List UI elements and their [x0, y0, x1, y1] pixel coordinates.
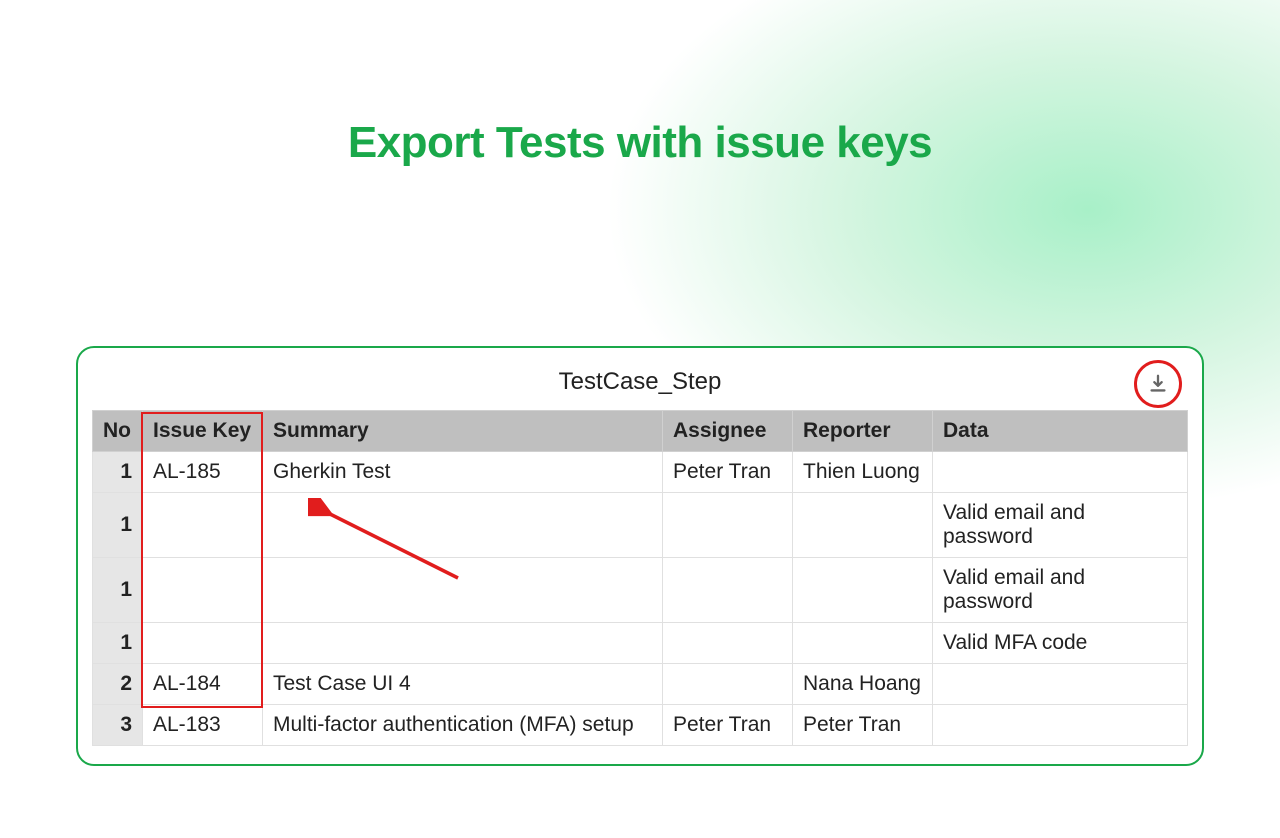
download-icon: [1147, 373, 1169, 395]
cell-issue-key: AL-185: [143, 452, 263, 493]
cell-summary: [263, 623, 663, 664]
col-reporter: Reporter: [793, 411, 933, 452]
col-data: Data: [933, 411, 1188, 452]
cell-reporter: Nana Hoang: [793, 664, 933, 705]
cell-assignee: [663, 623, 793, 664]
cell-no: 1: [93, 493, 143, 558]
table-header-row: No Issue Key Summary Assignee Reporter D…: [93, 411, 1188, 452]
cell-no: 2: [93, 664, 143, 705]
cell-reporter: Peter Tran: [793, 705, 933, 746]
cell-assignee: [663, 664, 793, 705]
tests-table: No Issue Key Summary Assignee Reporter D…: [92, 410, 1188, 746]
col-no: No: [93, 411, 143, 452]
cell-assignee: Peter Tran: [663, 705, 793, 746]
page-title: Export Tests with issue keys: [0, 118, 1280, 168]
cell-reporter: [793, 558, 933, 623]
cell-summary: Gherkin Test: [263, 452, 663, 493]
table-row: 3AL-183Multi-factor authentication (MFA)…: [93, 705, 1188, 746]
cell-issue-key: [143, 493, 263, 558]
cell-issue-key: AL-183: [143, 705, 263, 746]
cell-assignee: [663, 493, 793, 558]
cell-data: [933, 664, 1188, 705]
export-panel: TestCase_Step No Issue Key Summary Assig…: [76, 346, 1204, 766]
cell-summary: Multi-factor authentication (MFA) setup: [263, 705, 663, 746]
cell-data: Valid email and password: [933, 493, 1188, 558]
cell-no: 1: [93, 558, 143, 623]
cell-data: [933, 452, 1188, 493]
col-assignee: Assignee: [663, 411, 793, 452]
table-row: 1 Valid email and password: [93, 493, 1188, 558]
cell-issue-key: AL-184: [143, 664, 263, 705]
cell-reporter: [793, 493, 933, 558]
cell-no: 1: [93, 623, 143, 664]
panel-header: TestCase_Step: [92, 362, 1188, 410]
cell-summary: [263, 493, 663, 558]
cell-no: 1: [93, 452, 143, 493]
cell-reporter: [793, 623, 933, 664]
panel-title: TestCase_Step: [559, 368, 722, 395]
table-row: 1 Valid MFA code: [93, 623, 1188, 664]
table-row: 2AL-184Test Case UI 4 Nana Hoang: [93, 664, 1188, 705]
cell-summary: [263, 558, 663, 623]
col-issue-key: Issue Key: [143, 411, 263, 452]
table-row: 1AL-185Gherkin TestPeter TranThien Luong: [93, 452, 1188, 493]
cell-assignee: Peter Tran: [663, 452, 793, 493]
table-row: 1 Valid email and password: [93, 558, 1188, 623]
download-button[interactable]: [1134, 360, 1182, 408]
cell-data: [933, 705, 1188, 746]
cell-summary: Test Case UI 4: [263, 664, 663, 705]
cell-reporter: Thien Luong: [793, 452, 933, 493]
col-summary: Summary: [263, 411, 663, 452]
cell-data: Valid MFA code: [933, 623, 1188, 664]
cell-assignee: [663, 558, 793, 623]
cell-issue-key: [143, 558, 263, 623]
cell-no: 3: [93, 705, 143, 746]
cell-data: Valid email and password: [933, 558, 1188, 623]
cell-issue-key: [143, 623, 263, 664]
